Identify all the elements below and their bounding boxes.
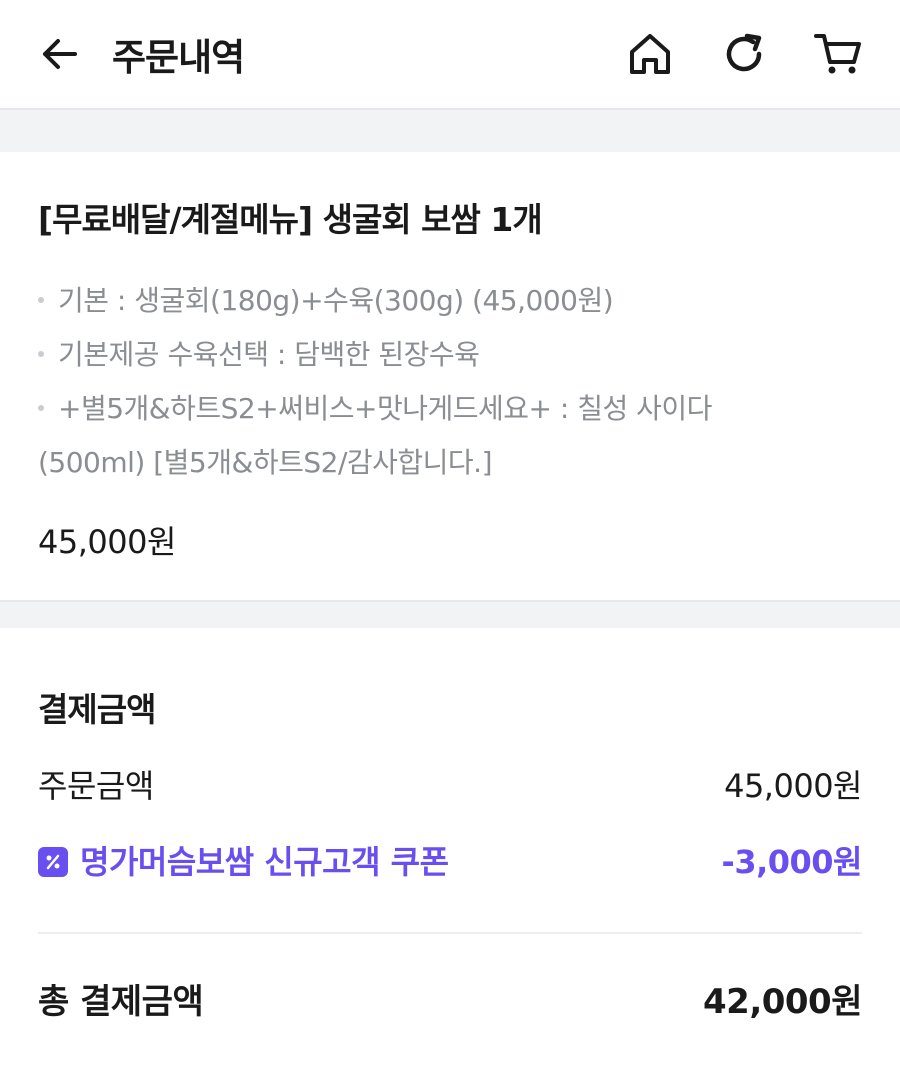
refresh-button[interactable] (720, 30, 768, 78)
order-item-title: [무료배달/계절메뉴] 생굴회 보쌈 1개 (38, 200, 543, 239)
total-amount-value: 42,000원 (703, 982, 862, 1022)
back-button[interactable] (38, 32, 82, 76)
refresh-icon (726, 33, 762, 72)
section-spacer (0, 600, 900, 628)
app-header: 주문내역 (0, 0, 900, 110)
coupon-icon (38, 847, 68, 877)
option-text-continued: (500ml) [별5개&하트S2/감사합니다.] (38, 446, 493, 479)
home-button[interactable] (626, 30, 674, 78)
payment-summary: 결제금액 주문금액 45,000원 명가머슴보쌈 신규고객 쿠폰 -3,000원… (0, 628, 900, 1024)
order-amount-label: 주문금액 (38, 767, 154, 805)
coupon-discount-value: -3,000원 (721, 843, 863, 881)
option-item: +별5개&하트S2+써비스+맛나게드세요+ : 칠성 사이다 (500ml) [별… (38, 382, 862, 490)
arrow-left-icon (43, 39, 77, 69)
home-icon (630, 34, 670, 74)
order-amount-row: 주문금액 45,000원 (38, 764, 862, 808)
coupon-row: 명가머슴보쌈 신규고객 쿠폰 -3,000원 (38, 840, 863, 884)
cart-icon (814, 34, 861, 74)
option-text: +별5개&하트S2+써비스+맛나게드세요+ : 칠성 사이다 (58, 392, 712, 425)
header-actions (626, 30, 862, 78)
order-option-list: 기본 : 생굴회(180g)+수육(300g) (45,000원) 기본제공 수… (38, 274, 862, 490)
section-spacer (0, 110, 900, 152)
divider (38, 932, 862, 934)
option-item: 기본제공 수육선택 : 담백한 된장수육 (38, 328, 862, 382)
order-item-price: 45,000원 (38, 523, 176, 561)
page-title: 주문내역 (112, 36, 245, 79)
order-amount-value: 45,000원 (724, 767, 862, 805)
option-item: 기본 : 생굴회(180g)+수육(300g) (45,000원) (38, 274, 862, 328)
coupon-label-group: 명가머슴보쌈 신규고객 쿠폰 (38, 840, 449, 884)
bullet-dot (38, 405, 44, 411)
order-item-card: [무료배달/계절메뉴] 생굴회 보쌈 1개 기본 : 생굴회(180g)+수육(… (0, 152, 900, 600)
bullet-dot (38, 351, 44, 357)
payment-title: 결제금액 (38, 690, 156, 729)
coupon-label: 명가머슴보쌈 신규고객 쿠폰 (80, 843, 449, 881)
total-amount-label: 총 결제금액 (38, 982, 204, 1022)
total-amount-row: 총 결제금액 42,000원 (38, 980, 862, 1024)
cart-button[interactable] (814, 30, 862, 78)
option-text: 기본 : 생굴회(180g)+수육(300g) (45,000원) (58, 284, 614, 317)
bullet-dot (38, 297, 44, 303)
option-text: 기본제공 수육선택 : 담백한 된장수육 (58, 338, 480, 371)
